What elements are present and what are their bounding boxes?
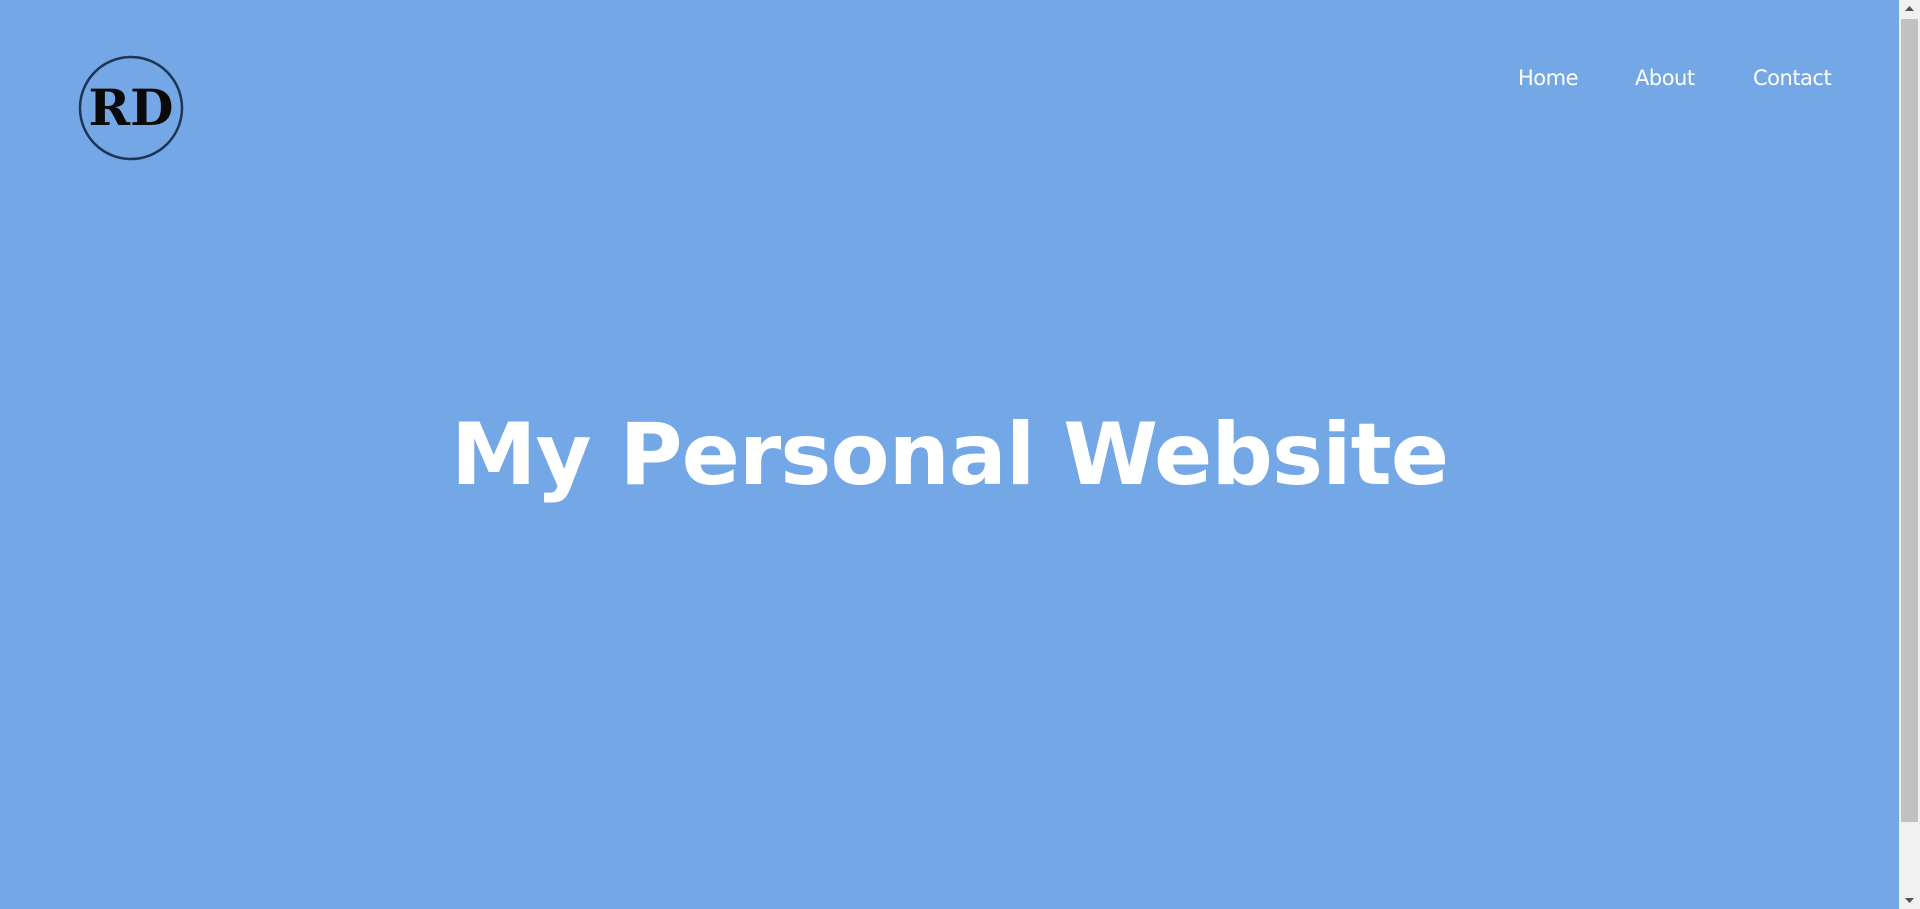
logo-link[interactable]: RD [78, 55, 184, 161]
main-nav: Home About Contact [1480, 64, 1850, 94]
scroll-up-arrow-icon[interactable] [1899, 0, 1920, 17]
scrollbar-thumb[interactable] [1901, 19, 1918, 822]
hero-title: My Personal Website [450, 405, 1449, 505]
logo-letters: RD [89, 78, 174, 137]
nav-link-home[interactable]: Home [1518, 64, 1579, 92]
nav-link-about[interactable]: About [1635, 64, 1695, 92]
rd-monogram-logo-icon: RD [78, 55, 184, 161]
scroll-down-arrow-icon[interactable] [1899, 892, 1920, 909]
vertical-scrollbar[interactable] [1899, 0, 1920, 909]
page: RD Home About Contact My Personal Websit… [0, 0, 1899, 909]
nav-link-contact[interactable]: Contact [1753, 64, 1832, 92]
